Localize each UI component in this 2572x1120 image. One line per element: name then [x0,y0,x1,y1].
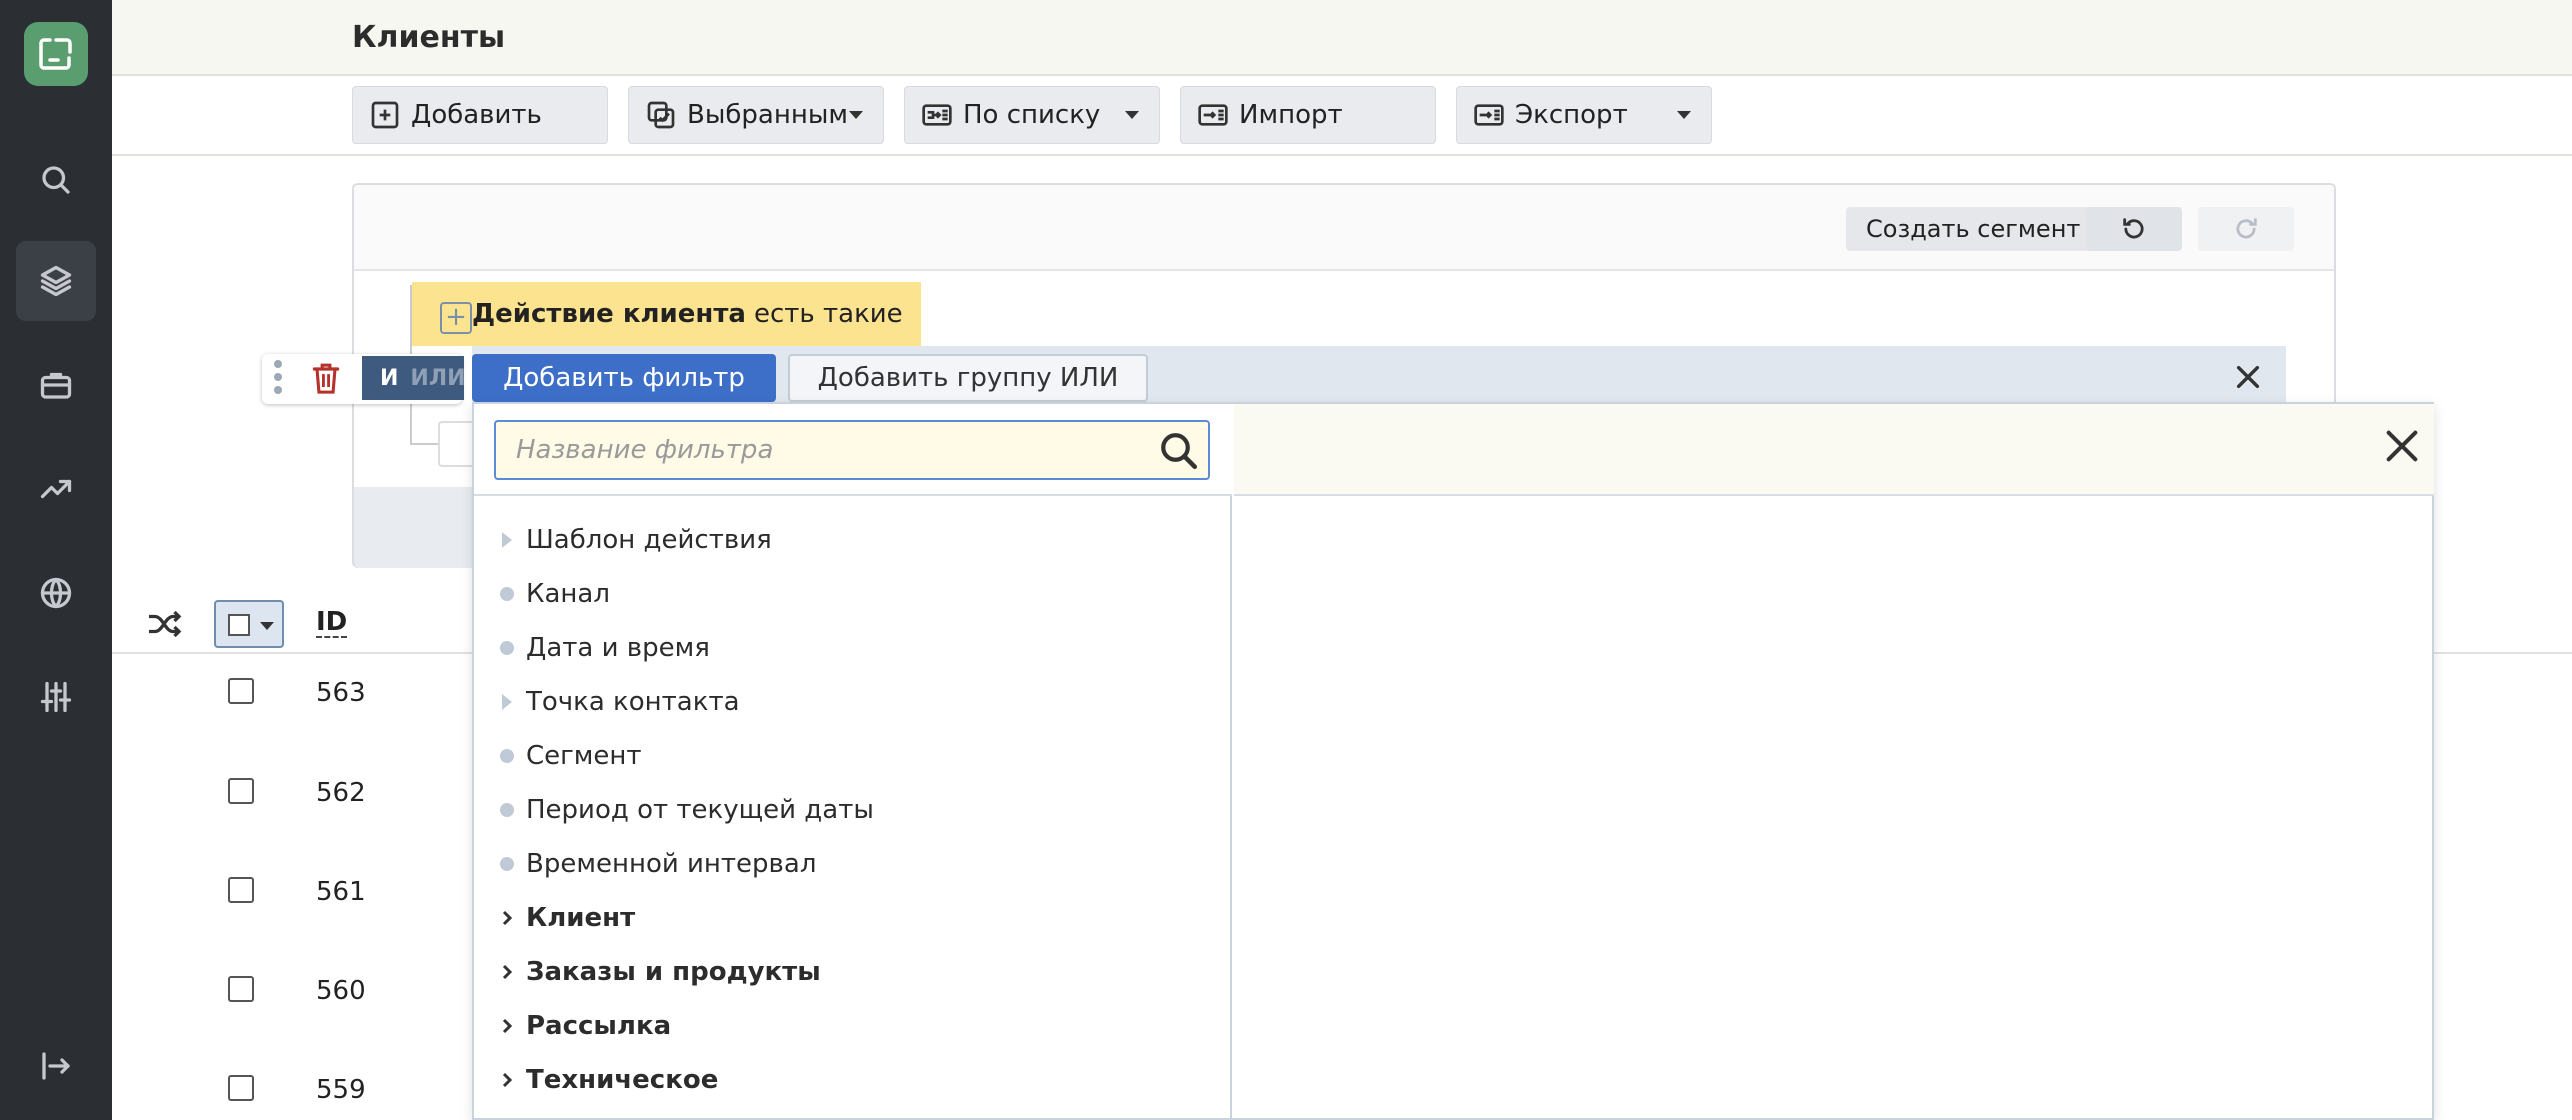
selected-action-button[interactable]: Выбранным [628,86,884,144]
row-checkbox[interactable] [228,976,254,1002]
selected-action-label: Выбранным [687,100,848,130]
filter-group-label: Рассылка [526,1011,672,1041]
undo-icon [2123,218,2144,239]
client-action-chip[interactable]: + Действие клиента есть такие [412,282,921,346]
bullet-icon [500,857,514,871]
list-import-icon [922,104,952,126]
filter-group-label: Клиент [526,903,636,933]
add-button[interactable]: Добавить [352,86,608,144]
row-id: 561 [316,877,366,907]
filter-item-label: Точка контакта [526,687,740,717]
filter-picker-popup: Шаблон действия Канал Дата и время Точка… [472,402,2434,1120]
and-option[interactable]: И [362,366,398,391]
export-label: Экспорт [1515,100,1628,130]
row-id: 563 [316,678,366,708]
page-title: Клиенты [352,20,506,55]
by-list-button[interactable]: По списку [904,86,1160,144]
client-action-condition: есть такие [753,299,903,329]
bullet-icon [500,587,514,601]
import-button[interactable]: Импорт [1180,86,1436,144]
row-id: 560 [316,976,366,1006]
filter-item-label: Сегмент [526,741,642,771]
import-label: Импорт [1239,100,1343,130]
logout-icon[interactable] [16,1026,96,1106]
chevron-down-icon [260,622,274,630]
row-checkbox[interactable] [228,778,254,804]
select-all-dropdown[interactable] [214,600,284,648]
chevron-right-icon [502,1072,513,1088]
trash-icon[interactable] [310,360,342,396]
toolbar: Добавить Выбранным По списку Импорт Эксп… [112,76,2572,156]
layers-icon[interactable] [16,241,96,321]
trending-icon[interactable] [16,449,96,529]
shuffle-icon[interactable] [144,606,184,642]
filter-tree-panel: Шаблон действия Канал Дата и время Точка… [474,404,1232,1118]
search-icon[interactable] [1158,430,1200,472]
chevron-right-icon [502,964,513,980]
filter-group-label: Заказы и продукты [526,957,821,987]
sidebar [0,0,112,1120]
chevron-down-icon [849,111,863,119]
expand-triangle-icon [502,532,512,548]
export-icon [1474,104,1504,126]
plus-icon[interactable]: + [440,302,472,334]
and-or-toggle[interactable]: И ИЛИ [362,356,466,400]
close-icon[interactable] [2382,426,2422,466]
briefcase-icon[interactable] [16,345,96,425]
filter-details-header [1234,404,2434,496]
expand-triangle-icon [502,694,512,710]
by-list-label: По списку [963,100,1101,130]
add-or-group-button[interactable]: Добавить группу ИЛИ [788,354,1148,402]
filter-item-label: Шаблон действия [526,525,772,555]
bullet-icon [500,641,514,655]
undo-button[interactable] [2086,207,2182,251]
filter-group-label: Техническое [526,1065,719,1095]
redo-icon [2236,218,2257,239]
filter-item-label: Период от текущей даты [526,795,874,825]
globe-icon[interactable] [16,553,96,633]
filter-search-input[interactable] [494,420,1210,480]
add-filter-button[interactable]: Добавить фильтр [472,354,776,402]
client-action-title: Действие клиента [472,299,746,329]
chevron-right-icon [502,1018,513,1034]
row-id: 559 [316,1075,366,1105]
chevron-down-icon [1125,111,1139,119]
multi-select-icon [647,101,675,129]
filter-item-label: Временной интервал [526,849,817,879]
import-icon [1198,104,1228,126]
or-option[interactable]: ИЛИ [410,366,465,391]
row-checkbox[interactable] [228,678,254,704]
chevron-down-icon [1677,111,1691,119]
close-icon[interactable] [2232,361,2264,393]
search-icon[interactable] [16,140,96,220]
filter-search-area [474,404,1232,496]
export-button[interactable]: Экспорт [1456,86,1712,144]
row-checkbox[interactable] [228,877,254,903]
page-header: Клиенты [112,0,2572,76]
row-checkbox[interactable] [228,1075,254,1101]
chevron-right-icon [502,910,513,926]
create-segment-button[interactable]: Создать сегмент [1846,207,2101,251]
logo-icon [39,38,72,70]
bullet-icon [500,803,514,817]
filter-item-label: Дата и время [526,633,710,663]
plus-square-icon [371,101,399,129]
id-column-header[interactable]: ID [316,608,348,638]
filter-item-label: Канал [526,579,610,609]
drag-handle-icon[interactable] [274,360,284,399]
select-all-checkbox[interactable] [228,614,250,636]
add-button-label: Добавить [411,100,542,130]
app-logo[interactable] [24,22,88,86]
row-id: 562 [316,778,366,808]
sliders-icon[interactable] [16,657,96,737]
bullet-icon [500,749,514,763]
redo-button[interactable] [2198,207,2294,251]
filter-panel-header: Создать сегмент [354,185,2334,271]
